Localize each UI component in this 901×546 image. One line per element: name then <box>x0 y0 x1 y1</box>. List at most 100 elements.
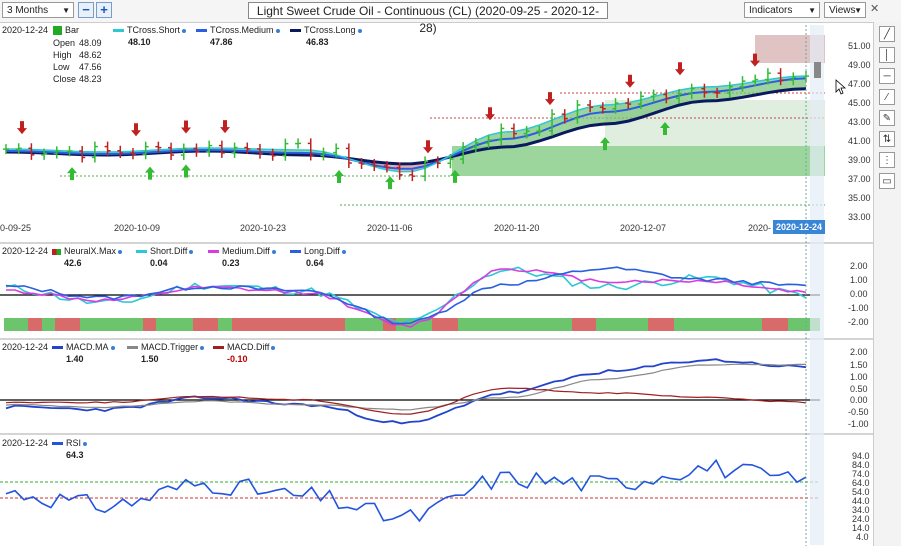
legend-macd-ma: MACD.MA <box>52 342 115 352</box>
legend-value: 0.64 <box>306 258 324 268</box>
neuralx-segment <box>345 318 383 331</box>
neuralx-segment <box>42 318 55 331</box>
neuralx-segment <box>458 318 572 331</box>
legend-tcross-long: TCross.Long <box>290 25 362 35</box>
neuralx-segment <box>156 318 193 331</box>
sell-arrow-icon <box>181 120 191 134</box>
drawing-toolbar: ╱ │ ─ ⁄ ✎ ⇅ ⋮ ▭ <box>873 22 901 546</box>
levels-tool-icon[interactable]: ⋮ <box>879 152 895 168</box>
settings-dot-icon[interactable] <box>271 345 276 350</box>
x-tick: 2020- <box>748 223 772 233</box>
vertical-line-tool-icon[interactable]: │ <box>879 47 895 63</box>
neuralx-swatch <box>52 248 61 255</box>
settings-dot-icon[interactable] <box>271 249 276 254</box>
y-tick: 43.00 <box>848 117 871 127</box>
settings-dot-icon[interactable] <box>275 28 280 33</box>
short-diff-swatch <box>136 250 147 254</box>
macd-ma-swatch <box>52 346 63 350</box>
legend-name: MACD.Diff <box>227 342 270 352</box>
y-tick: 51.00 <box>848 41 871 51</box>
legend-name: NeuralX.Max <box>64 246 117 256</box>
legend-value: 1.40 <box>66 354 84 364</box>
pen-tool-icon[interactable]: ✎ <box>879 110 895 126</box>
sell-arrow-icon <box>131 123 141 137</box>
legend-name: TCross.Long <box>304 25 356 35</box>
scroll-thumb[interactable] <box>814 62 821 78</box>
legend-value: 1.50 <box>141 354 159 364</box>
settings-dot-icon[interactable] <box>200 345 205 350</box>
settings-dot-icon[interactable] <box>341 249 346 254</box>
buy-arrow-icon <box>334 169 344 183</box>
legend-long-diff: Long.Diff <box>290 246 346 256</box>
neuralx-segment <box>572 318 596 331</box>
neuralx-segment <box>55 318 80 331</box>
y-tick: 41.00 <box>848 136 871 146</box>
ohlc-label: Low <box>53 62 70 72</box>
sell-arrow-icon <box>423 140 433 154</box>
settings-dot-icon[interactable] <box>182 28 187 33</box>
legend-value: 46.83 <box>306 37 329 47</box>
cursor-date-label: 2020-12-24 <box>773 220 825 234</box>
mouse-cursor-icon <box>835 79 847 95</box>
legend-value: 47.86 <box>210 37 233 47</box>
sell-arrow-icon <box>545 92 555 106</box>
neuralx-segment <box>193 318 218 331</box>
neuralx-segment <box>80 318 143 331</box>
scroll-region[interactable] <box>810 25 824 545</box>
y-tick: 1.50 <box>850 360 868 370</box>
legend-name: TCross.Medium <box>210 25 274 35</box>
legend-short-diff: Short.Diff <box>136 246 194 256</box>
channel-tool-icon[interactable]: ⁄ <box>879 89 895 105</box>
legend-name: Long.Diff <box>304 246 340 256</box>
y-tick: 4.0 <box>856 532 869 542</box>
legend-name: Medium.Diff <box>222 246 270 256</box>
bar-swatch <box>53 26 62 36</box>
settings-dot-icon[interactable] <box>189 249 194 254</box>
sell-arrow-icon <box>625 74 635 88</box>
fibonacci-tool-icon[interactable]: ⇅ <box>879 131 895 147</box>
y-tick: -1.00 <box>848 303 869 313</box>
neuralx-segment <box>143 318 156 331</box>
ohlc-label: Close <box>53 74 77 84</box>
medium-swatch <box>196 29 207 33</box>
settings-dot-icon[interactable] <box>357 28 362 33</box>
macd-lines <box>5 358 807 425</box>
ohlc-label: High <box>53 50 72 60</box>
bar-legend: Bar <box>53 25 79 36</box>
legend-value: -0.10 <box>227 354 248 364</box>
macd-trigger-swatch <box>127 346 138 350</box>
x-tick: 2020-11-06 <box>367 223 413 233</box>
neural-date: 2020-12-24 <box>2 246 49 256</box>
y-tick: 45.00 <box>848 98 871 108</box>
horizontal-line-tool-icon[interactable]: ─ <box>879 68 895 84</box>
legend-name: RSI <box>66 438 82 448</box>
rsi-line <box>5 458 807 523</box>
macd-date: 2020-12-24 <box>2 342 49 352</box>
neuralx-segment <box>762 318 788 331</box>
x-tick: 2020-10-09 <box>114 223 161 233</box>
medium-diff-swatch <box>208 250 219 254</box>
ohlc-value: 47.56 <box>79 62 102 72</box>
long-diff-swatch <box>290 250 301 254</box>
neuralx-segment <box>218 318 232 331</box>
y-tick: -0.50 <box>848 407 869 417</box>
tcross-fill-segment <box>590 105 603 126</box>
legend-name: MACD.MA <box>66 342 109 352</box>
legend-value: 0.23 <box>222 258 240 268</box>
short-swatch <box>113 29 124 33</box>
comment-tool-icon[interactable]: ▭ <box>879 173 895 189</box>
buy-arrow-icon <box>145 166 155 180</box>
legend-name: MACD.Trigger <box>141 342 199 352</box>
line-tool-icon[interactable]: ╱ <box>879 26 895 42</box>
settings-dot-icon[interactable] <box>83 441 88 446</box>
neuralx-segment <box>4 318 28 331</box>
settings-dot-icon[interactable] <box>110 345 115 350</box>
settings-dot-icon[interactable] <box>118 249 123 254</box>
macd-diff-swatch <box>213 346 224 350</box>
y-tick: 2.00 <box>850 347 868 357</box>
chart-canvas <box>0 25 873 546</box>
neuralx-segment <box>596 318 648 331</box>
x-tick: 2020-10-23 <box>240 223 287 233</box>
y-tick: 1.00 <box>850 372 868 382</box>
support-zone <box>452 146 825 176</box>
